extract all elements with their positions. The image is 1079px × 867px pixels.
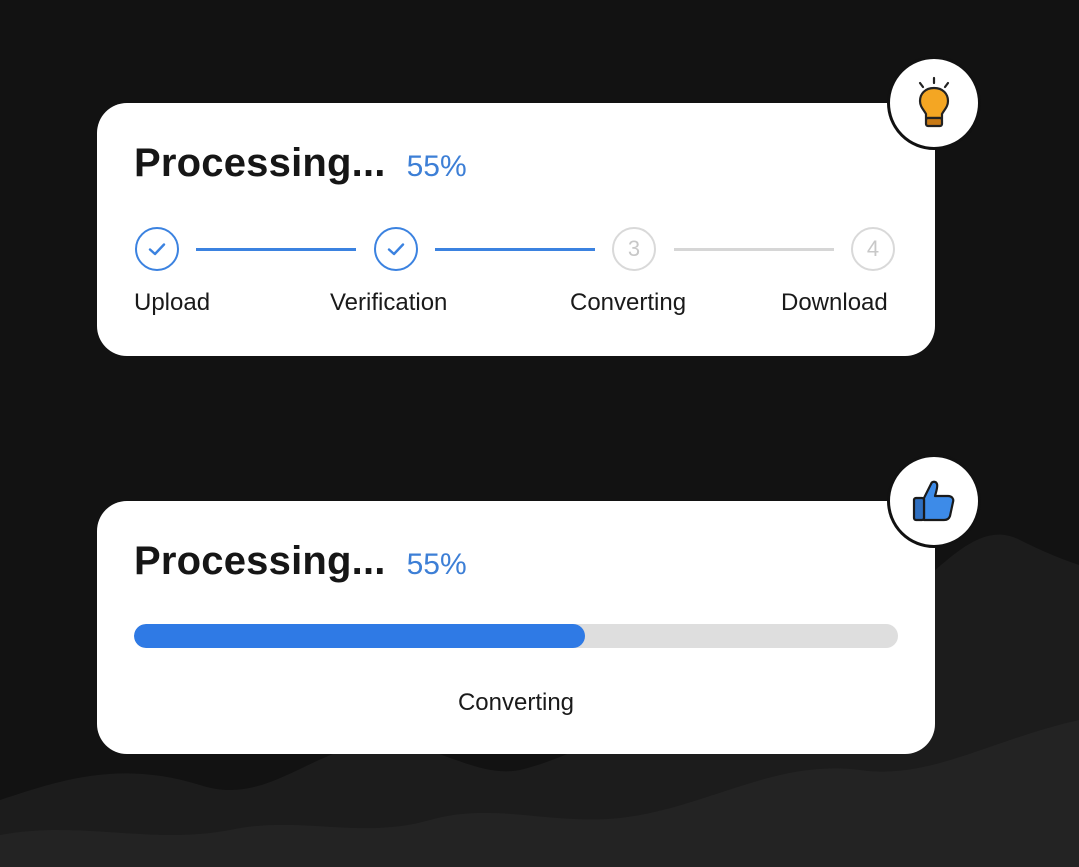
step-upload-check-icon [135, 227, 179, 271]
progress-percent: 55% [406, 548, 467, 581]
connector-converting-download [674, 248, 834, 251]
step-converting-number: 3 [612, 227, 656, 271]
step-label-converting: Converting [570, 289, 687, 316]
progress-fill [134, 624, 585, 648]
progress-track [134, 624, 898, 648]
step-download-number: 4 [851, 227, 895, 271]
step-verification-check-icon [374, 227, 418, 271]
lightbulb-icon [918, 76, 950, 128]
progress-bar-card: Processing... 55% Converting [97, 501, 935, 754]
connector-upload-verification [196, 248, 356, 251]
thumbs-up-badge [887, 454, 981, 548]
stepper: 3 4 Upload Verification Converting Downl… [97, 103, 935, 356]
progress-status: Converting [457, 689, 575, 716]
processing-title: Processing... [134, 539, 386, 583]
connector-verification-converting [435, 248, 595, 251]
step-label-download: Download [781, 289, 888, 316]
stepper-card: Processing... 55% 3 4 Upload Verificatio… [97, 103, 935, 356]
bar-title-row: Processing... 55% [134, 539, 467, 584]
lightbulb-badge [887, 56, 981, 150]
step-label-verification: Verification [330, 289, 448, 316]
thumbs-up-icon [912, 480, 955, 522]
step-label-upload: Upload [134, 289, 211, 316]
